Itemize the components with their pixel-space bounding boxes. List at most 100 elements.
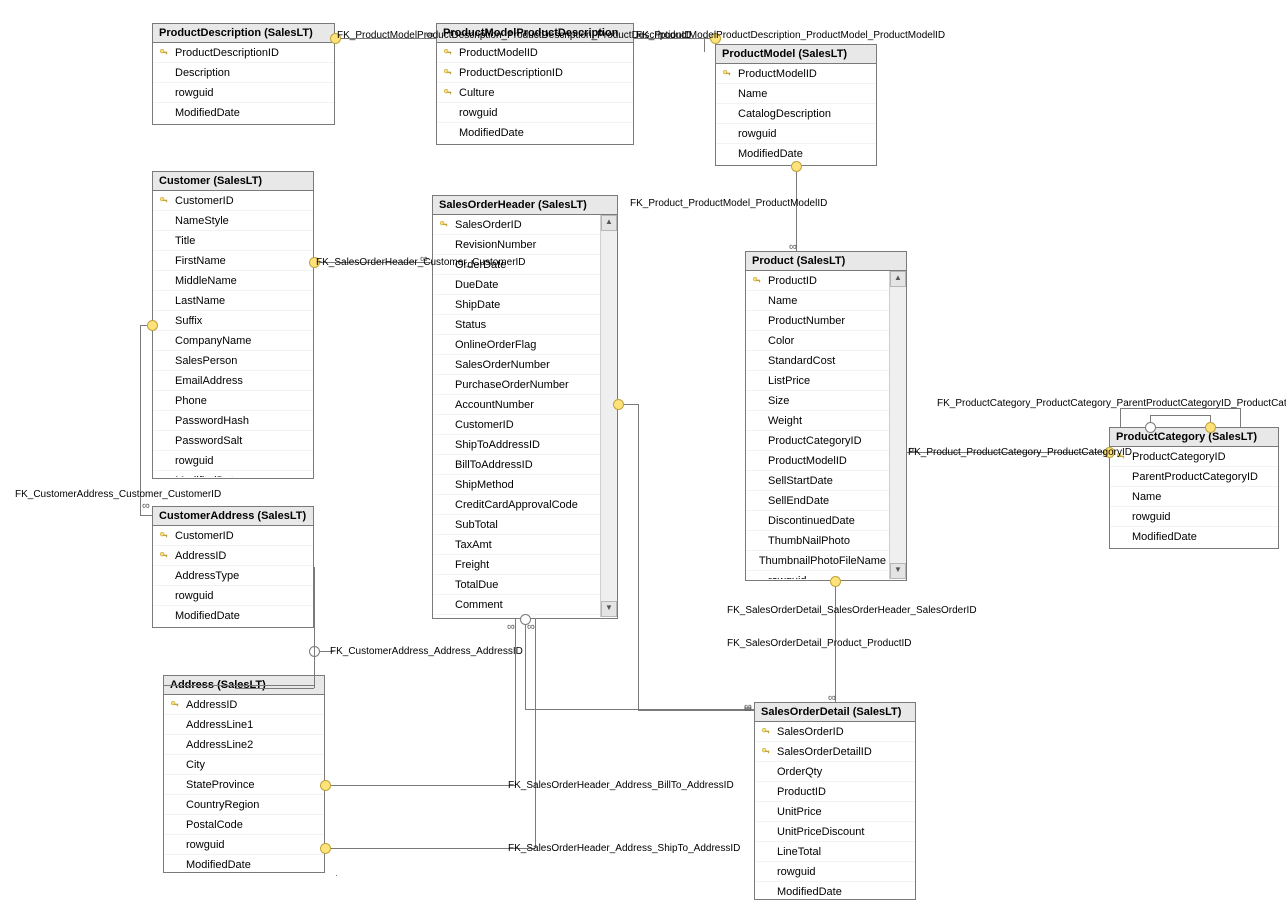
column-row[interactable]: DiscontinuedDate [746,511,890,531]
table-SalesOrderDetail[interactable]: SalesOrderDetail (SalesLT)SalesOrderIDSa… [754,702,916,900]
column-row[interactable]: StandardCost [746,351,890,371]
table-ProductCategory[interactable]: ProductCategory (SalesLT)ProductCategory… [1109,427,1279,549]
column-row[interactable]: CustomerID [153,191,313,211]
column-row[interactable]: rowguid [153,83,334,103]
column-row[interactable]: ThumbNailPhoto [746,531,890,551]
column-row[interactable]: CountryRegion [164,795,324,815]
table-header[interactable]: ProductModel (SalesLT) [716,45,876,64]
column-row[interactable]: AddressLine1 [164,715,324,735]
column-row[interactable]: SalesOrderID [755,722,915,742]
scrollbar[interactable]: ▲▼ [600,215,617,617]
column-row[interactable]: PasswordHash [153,411,313,431]
table-header[interactable]: Product (SalesLT) [746,252,906,271]
column-row[interactable]: CustomerID [153,526,313,546]
column-row[interactable]: PasswordSalt [153,431,313,451]
column-row[interactable]: ModifiedDate [153,606,313,625]
column-row[interactable]: Freight [433,555,601,575]
column-row[interactable]: SalesOrderNumber [433,355,601,375]
column-row[interactable]: Suffix [153,311,313,331]
column-row[interactable]: ModifiedDate [153,471,313,477]
column-row[interactable]: rowguid [433,615,601,617]
column-row[interactable]: ModifiedDate [164,855,324,871]
column-row[interactable]: UnitPrice [755,802,915,822]
column-row[interactable]: Name [746,291,890,311]
column-row[interactable]: BillToAddressID [433,455,601,475]
column-row[interactable]: ProductNumber [746,311,890,331]
column-row[interactable]: AddressType [153,566,313,586]
column-row[interactable]: Title [153,231,313,251]
column-row[interactable]: SalesPerson [153,351,313,371]
table-ProductModelProductDescription[interactable]: ProductModelProductDescriptionProductMod… [436,23,634,145]
column-row[interactable]: Name [716,84,876,104]
column-row[interactable]: Weight [746,411,890,431]
column-row[interactable]: ShipMethod [433,475,601,495]
column-row[interactable]: DueDate [433,275,601,295]
column-row[interactable]: ProductModelID [437,43,633,63]
column-row[interactable]: SellEndDate [746,491,890,511]
column-row[interactable]: ShipToAddressID [433,435,601,455]
scrollbar[interactable]: ▲▼ [889,271,906,579]
table-header[interactable]: CustomerAddress (SalesLT) [153,507,313,526]
column-row[interactable]: NameStyle [153,211,313,231]
column-row[interactable]: rowguid [755,862,915,882]
column-row[interactable]: Culture [437,83,633,103]
column-row[interactable]: EmailAddress [153,371,313,391]
column-row[interactable]: Name [1110,487,1278,507]
column-row[interactable]: rowguid [1110,507,1278,527]
column-row[interactable]: Comment [433,595,601,615]
table-header[interactable]: ProductCategory (SalesLT) [1110,428,1278,447]
column-row[interactable]: AddressLine2 [164,735,324,755]
column-row[interactable]: SellStartDate [746,471,890,491]
column-row[interactable]: ModifiedDate [1110,527,1278,546]
column-row[interactable]: ModifiedDate [437,123,633,142]
column-row[interactable]: ModifiedDate [755,882,915,898]
column-row[interactable]: RevisionNumber [433,235,601,255]
column-row[interactable]: CatalogDescription [716,104,876,124]
scroll-up-button[interactable]: ▲ [890,271,906,287]
table-header[interactable]: Customer (SalesLT) [153,172,313,191]
column-row[interactable]: ProductModelID [746,451,890,471]
column-row[interactable]: AccountNumber [433,395,601,415]
column-row[interactable]: ProductDescriptionID [153,43,334,63]
column-row[interactable]: TaxAmt [433,535,601,555]
column-row[interactable]: MiddleName [153,271,313,291]
column-row[interactable]: FirstName [153,251,313,271]
column-row[interactable]: CustomerID [433,415,601,435]
column-row[interactable]: CompanyName [153,331,313,351]
column-row[interactable]: Phone [153,391,313,411]
table-ProductModel[interactable]: ProductModel (SalesLT)ProductModelIDName… [715,44,877,166]
column-row[interactable]: SalesOrderID [433,215,601,235]
table-Customer[interactable]: Customer (SalesLT)CustomerIDNameStyleTit… [152,171,314,479]
scroll-down-button[interactable]: ▼ [890,563,906,579]
column-row[interactable]: ListPrice [746,371,890,391]
column-row[interactable]: ThumbnailPhotoFileName [746,551,890,571]
column-row[interactable]: Description [153,63,334,83]
column-row[interactable]: ProductCategoryID [1110,447,1278,467]
column-row[interactable]: AddressID [153,546,313,566]
table-ProductDescription[interactable]: ProductDescription (SalesLT)ProductDescr… [152,23,335,125]
column-row[interactable]: PurchaseOrderNumber [433,375,601,395]
column-row[interactable]: LineTotal [755,842,915,862]
column-row[interactable]: ProductDescriptionID [437,63,633,83]
column-row[interactable]: UnitPriceDiscount [755,822,915,842]
table-CustomerAddress[interactable]: CustomerAddress (SalesLT)CustomerIDAddre… [152,506,314,628]
column-row[interactable]: ProductID [755,782,915,802]
table-Address[interactable]: Address (SalesLT)AddressIDAddressLine1Ad… [163,675,325,873]
column-row[interactable]: SubTotal [433,515,601,535]
scroll-down-button[interactable]: ▼ [601,601,617,617]
column-row[interactable]: rowguid [716,124,876,144]
column-row[interactable]: ProductID [746,271,890,291]
column-row[interactable]: Size [746,391,890,411]
column-row[interactable]: ProductModelID [716,64,876,84]
column-row[interactable]: rowguid [164,835,324,855]
column-row[interactable]: rowguid [153,451,313,471]
column-row[interactable]: rowguid [746,571,890,579]
column-row[interactable]: Status [433,315,601,335]
column-row[interactable]: PostalCode [164,815,324,835]
column-row[interactable]: ModifiedDate [153,103,334,122]
column-row[interactable]: ShipDate [433,295,601,315]
table-header[interactable]: ProductDescription (SalesLT) [153,24,334,43]
column-row[interactable]: ParentProductCategoryID [1110,467,1278,487]
table-Product[interactable]: Product (SalesLT)ProductIDNameProductNum… [745,251,907,581]
column-row[interactable]: City [164,755,324,775]
